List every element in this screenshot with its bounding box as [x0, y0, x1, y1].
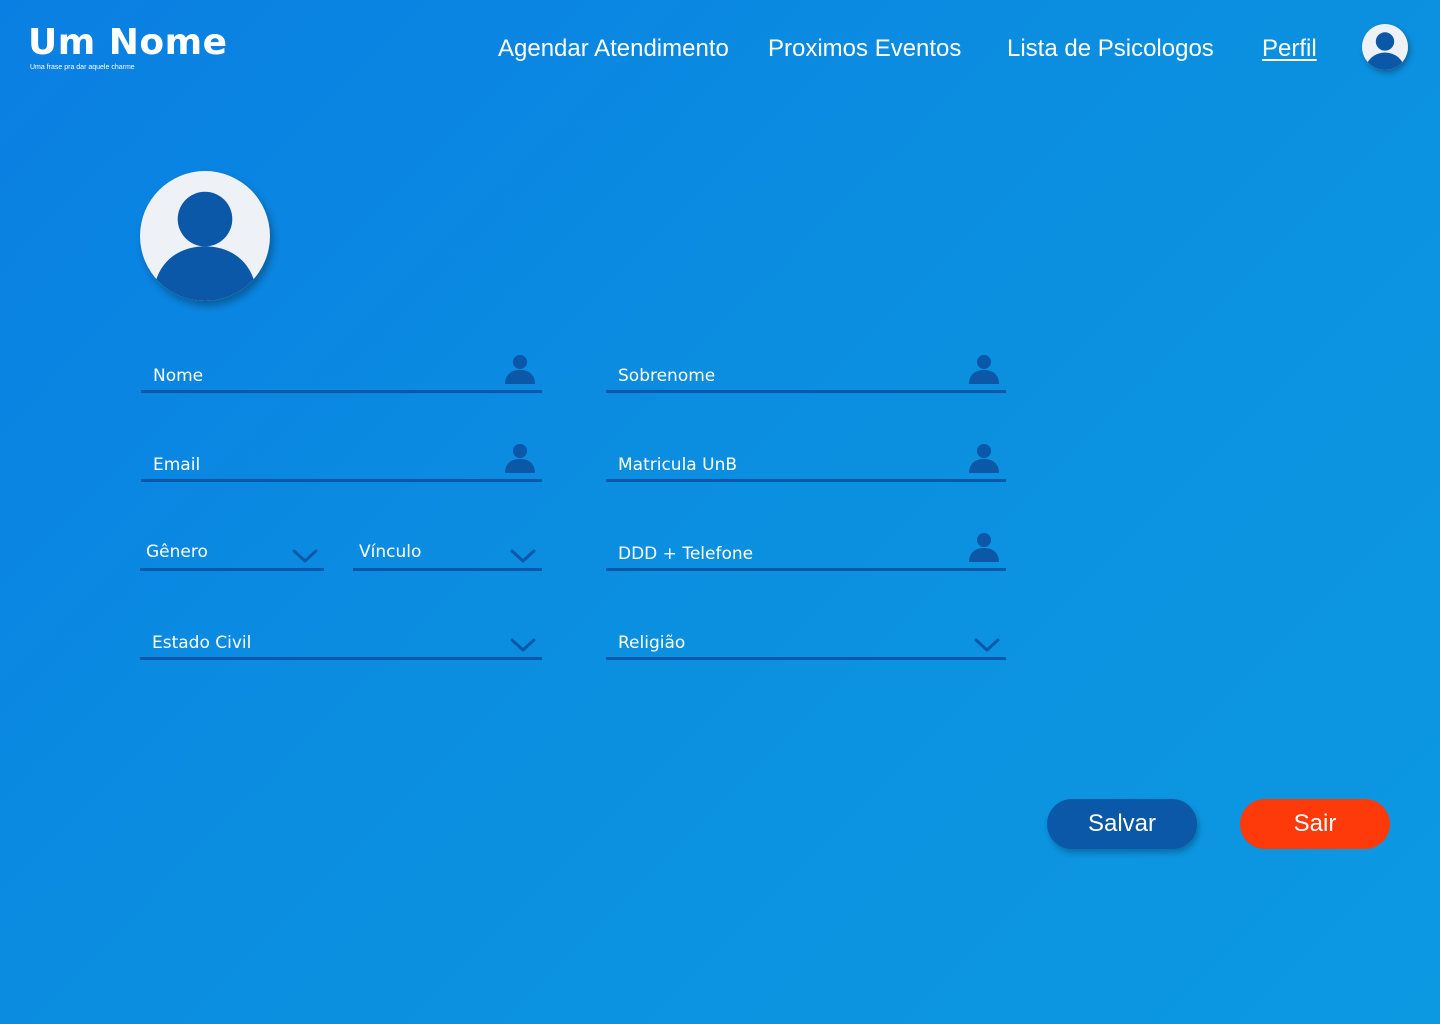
chevron-down-icon [974, 638, 1000, 652]
nav-item-agendar-atendimento[interactable]: Agendar Atendimento [498, 34, 729, 64]
matricula-field[interactable]: Matricula UnB [606, 439, 1006, 482]
nome-label: Nome [153, 366, 204, 386]
matricula-label: Matricula UnB [618, 455, 738, 475]
telefone-field[interactable]: DDD + Telefone [606, 528, 1006, 571]
religiao-select[interactable]: Religião [606, 617, 1006, 660]
estado-civil-label: Estado Civil [152, 633, 252, 653]
vinculo-select[interactable]: Vínculo [353, 528, 542, 571]
email-field[interactable]: Email [141, 439, 542, 482]
estado-civil-select[interactable]: Estado Civil [140, 617, 542, 660]
sobrenome-label: Sobrenome [618, 366, 716, 386]
brand-title: Um Nome [28, 22, 228, 63]
profile-avatar[interactable] [140, 171, 270, 301]
save-button[interactable]: Salvar [1047, 799, 1197, 849]
user-icon [969, 533, 999, 562]
exit-button[interactable]: Sair [1240, 799, 1390, 849]
user-icon [505, 444, 535, 473]
chevron-down-icon [510, 638, 536, 652]
user-icon [505, 355, 535, 384]
header-avatar[interactable] [1362, 24, 1408, 70]
genero-select[interactable]: Gênero [140, 528, 324, 571]
user-icon [969, 444, 999, 473]
chevron-down-icon [292, 549, 318, 563]
brand-tagline: Uma frase pra dar aquele charme [30, 64, 135, 71]
genero-label: Gênero [146, 542, 208, 562]
nav-item-lista-de-psicologos[interactable]: Lista de Psicologos [1007, 34, 1214, 64]
vinculo-label: Vínculo [359, 542, 422, 562]
nav-item-perfil[interactable]: Perfil [1262, 34, 1317, 64]
user-icon [969, 355, 999, 384]
email-label: Email [153, 455, 201, 475]
telefone-label: DDD + Telefone [618, 544, 754, 564]
user-avatar-icon [153, 191, 257, 301]
chevron-down-icon [510, 549, 536, 563]
nav-item-proximos-eventos[interactable]: Proximos Eventos [768, 34, 961, 64]
nome-field[interactable]: Nome [141, 350, 542, 393]
sobrenome-field[interactable]: Sobrenome [606, 350, 1006, 393]
user-avatar-icon [1365, 32, 1405, 70]
brand-logo[interactable]: Um Nome Uma frase pra dar aquele charme [28, 22, 228, 72]
religiao-label: Religião [618, 633, 686, 653]
